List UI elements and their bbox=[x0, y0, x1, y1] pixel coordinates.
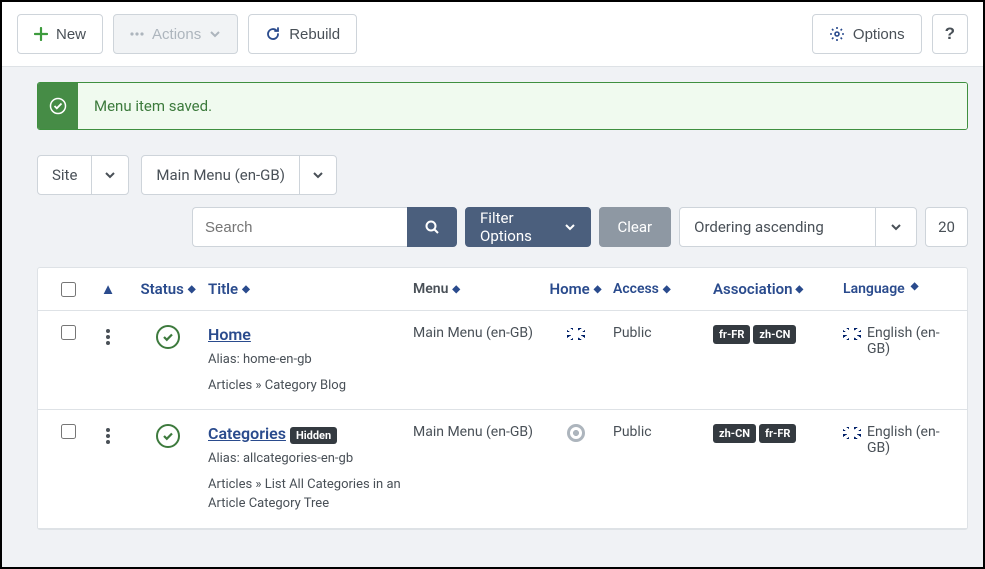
item-associations: zh-CNfr-FR bbox=[713, 424, 843, 443]
row-actions-button[interactable] bbox=[102, 424, 114, 448]
item-access: Public bbox=[613, 325, 713, 341]
col-title[interactable]: Title◆ bbox=[208, 280, 413, 298]
item-alias: Alias: allcategories-en-gb bbox=[208, 449, 403, 469]
toolbar: New Actions Rebuild Options ? bbox=[2, 2, 983, 67]
chevron-down-icon bbox=[299, 156, 336, 194]
new-button[interactable]: New bbox=[17, 14, 103, 54]
chevron-down-icon bbox=[875, 208, 916, 246]
item-home bbox=[538, 325, 613, 340]
rebuild-label: Rebuild bbox=[289, 26, 340, 43]
ordering-select[interactable]: Ordering ascending bbox=[679, 207, 917, 247]
plus-icon bbox=[34, 27, 48, 41]
chevron-down-icon bbox=[209, 28, 221, 40]
chevron-down-icon bbox=[564, 221, 576, 233]
item-home bbox=[538, 424, 613, 442]
table-row: CategoriesHidden Alias: allcategories-en… bbox=[38, 410, 967, 529]
limit-select[interactable]: 20 bbox=[925, 207, 968, 247]
alert-message: Menu item saved. bbox=[78, 83, 967, 129]
association-badge[interactable]: fr-FR bbox=[713, 325, 750, 344]
row-checkbox[interactable] bbox=[61, 424, 76, 439]
item-type: Articles » List All Categories in an Art… bbox=[208, 475, 403, 514]
search-group bbox=[192, 207, 457, 247]
rebuild-button[interactable]: Rebuild bbox=[248, 14, 357, 54]
sort-icon: ◆ bbox=[188, 284, 196, 295]
options-button[interactable]: Options bbox=[812, 14, 922, 54]
chevron-down-icon bbox=[91, 156, 128, 194]
help-button[interactable]: ? bbox=[932, 14, 968, 54]
flag-gb-icon bbox=[843, 328, 861, 340]
home-default-icon[interactable] bbox=[567, 424, 585, 442]
sort-up-icon: ▲ bbox=[101, 280, 116, 298]
association-badge[interactable]: zh-CN bbox=[713, 424, 756, 443]
search-button[interactable] bbox=[407, 207, 457, 247]
col-language[interactable]: Language◆ bbox=[843, 281, 958, 297]
association-badge[interactable]: fr-FR bbox=[759, 424, 796, 443]
refresh-icon bbox=[265, 26, 281, 42]
filter-options-button[interactable]: Filter Options bbox=[465, 207, 591, 247]
col-association[interactable]: Association◆ bbox=[713, 280, 843, 298]
flag-gb-icon bbox=[567, 328, 585, 340]
association-badge[interactable]: zh-CN bbox=[753, 325, 796, 344]
items-table: ▲ Status◆ Title◆ Menu◆ Home◆ Access◆ Ass… bbox=[37, 267, 968, 530]
item-menu: Main Menu (en-GB) bbox=[413, 325, 538, 341]
col-menu[interactable]: Menu◆ bbox=[413, 281, 538, 297]
item-language: English (en-GB) bbox=[843, 325, 958, 357]
ordering-value: Ordering ascending bbox=[680, 208, 875, 246]
item-language: English (en-GB) bbox=[843, 424, 958, 456]
col-access[interactable]: Access◆ bbox=[613, 281, 713, 297]
clear-label: Clear bbox=[618, 218, 653, 236]
item-title-link[interactable]: Home bbox=[208, 325, 251, 344]
item-alias: Alias: home-en-gb bbox=[208, 350, 403, 370]
flag-gb-icon bbox=[843, 427, 861, 439]
sort-icon: ◆ bbox=[242, 284, 250, 295]
sort-icon: ◆ bbox=[796, 284, 804, 295]
col-status[interactable]: Status◆ bbox=[128, 280, 208, 298]
help-icon: ? bbox=[945, 24, 955, 44]
row-actions-button[interactable] bbox=[102, 325, 114, 349]
status-published-icon[interactable] bbox=[156, 325, 180, 349]
col-home[interactable]: Home◆ bbox=[538, 280, 613, 298]
alert-success: Menu item saved. bbox=[37, 82, 968, 130]
new-label: New bbox=[56, 26, 86, 43]
ellipsis-icon bbox=[130, 32, 144, 36]
col-ordering[interactable]: ▲ bbox=[88, 280, 128, 298]
check-circle-icon bbox=[38, 83, 78, 129]
filter-options-label: Filter Options bbox=[480, 209, 558, 245]
hidden-badge: Hidden bbox=[290, 427, 337, 444]
search-input[interactable] bbox=[192, 207, 407, 247]
client-select[interactable]: Site bbox=[37, 155, 129, 195]
item-type: Articles » Category Blog bbox=[208, 376, 403, 396]
item-associations: fr-FRzh-CN bbox=[713, 325, 843, 344]
row-checkbox[interactable] bbox=[61, 325, 76, 340]
status-published-icon[interactable] bbox=[156, 424, 180, 448]
actions-button[interactable]: Actions bbox=[113, 14, 238, 54]
clear-button[interactable]: Clear bbox=[599, 207, 672, 247]
item-menu: Main Menu (en-GB) bbox=[413, 424, 538, 440]
sort-icon: ◆ bbox=[594, 284, 602, 295]
select-all-checkbox[interactable] bbox=[61, 282, 76, 297]
sort-icon: ◆ bbox=[911, 281, 919, 292]
menu-value: Main Menu (en-GB) bbox=[142, 166, 299, 184]
item-access: Public bbox=[613, 424, 713, 440]
menu-select[interactable]: Main Menu (en-GB) bbox=[141, 155, 337, 195]
sort-icon: ◆ bbox=[663, 284, 671, 295]
limit-value: 20 bbox=[938, 218, 955, 236]
table-row: Home Alias: home-en-gb Articles » Catego… bbox=[38, 311, 967, 410]
item-title-link[interactable]: Categories bbox=[208, 424, 286, 443]
sort-icon: ◆ bbox=[452, 284, 460, 295]
search-icon bbox=[424, 219, 440, 235]
client-value: Site bbox=[38, 166, 91, 184]
options-label: Options bbox=[853, 26, 905, 43]
table-header: ▲ Status◆ Title◆ Menu◆ Home◆ Access◆ Ass… bbox=[38, 268, 967, 311]
actions-label: Actions bbox=[152, 26, 201, 43]
gear-icon bbox=[829, 26, 845, 42]
